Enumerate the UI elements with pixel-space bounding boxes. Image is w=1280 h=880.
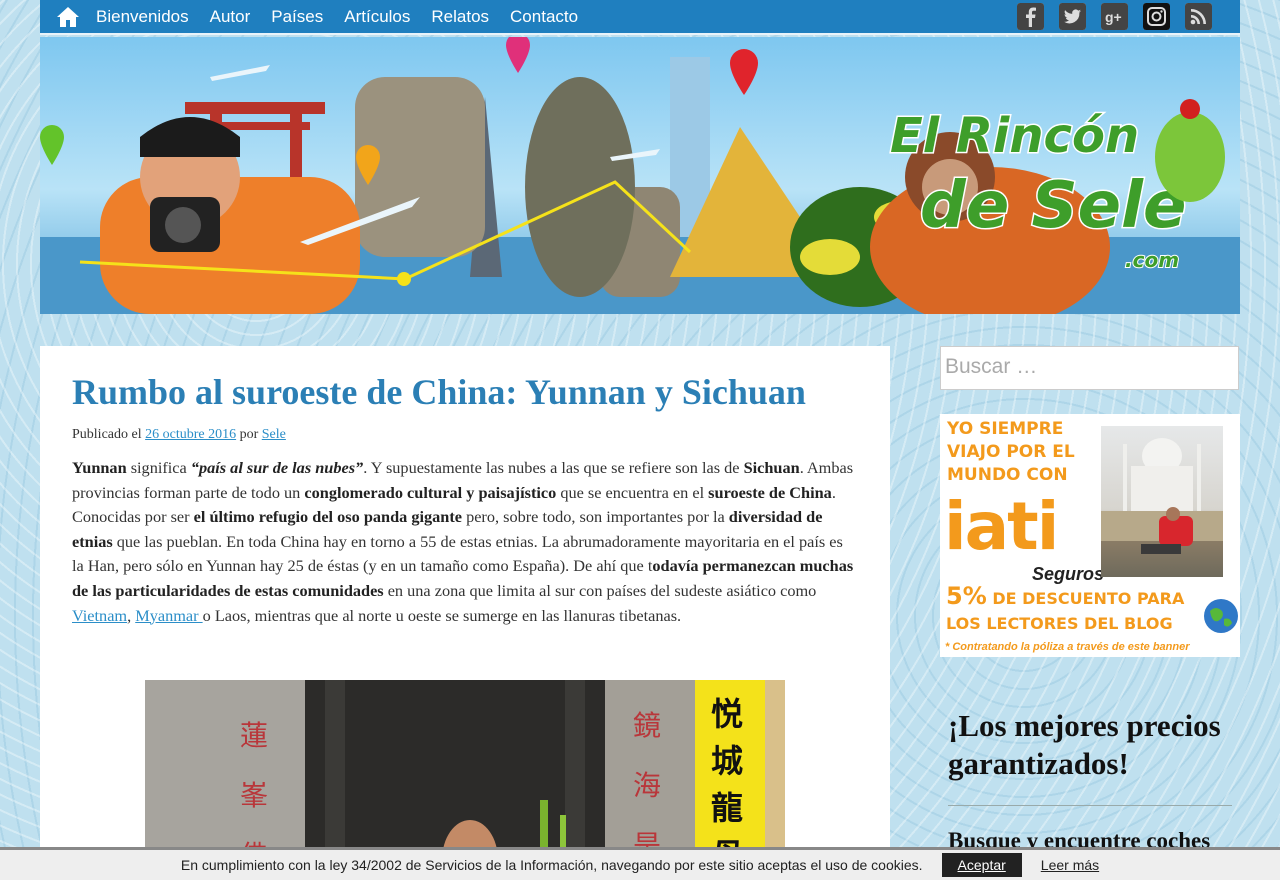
home-icon[interactable] [40, 0, 96, 34]
ad-brand-sub: Seguros [1032, 564, 1105, 584]
cookie-text: En cumplimiento con la ley 34/2002 de Se… [180, 857, 923, 873]
search-input[interactable]: Buscar … [940, 346, 1239, 390]
text: . Y supuestamente las nubes a las que se… [363, 458, 744, 477]
nav-item-paises[interactable]: Países [271, 0, 323, 34]
meta-prefix: Publicado el [72, 427, 142, 442]
twitter-icon[interactable] [1059, 3, 1086, 30]
text-italic: “país al sur de las nubes” [190, 458, 364, 477]
nav-item-articulos[interactable]: Artículos [344, 0, 410, 34]
text-bold: conglomerado cultural y paisajístico [304, 482, 557, 502]
globe-icon [1204, 599, 1238, 633]
post-author-link[interactable]: Sele [262, 427, 286, 442]
cookie-bar: En cumplimiento con la ley 34/2002 de Se… [0, 847, 1280, 880]
photo-sign-char: 龍 [711, 789, 743, 827]
article: Rumbo al suroeste de China: Yunnan y Sic… [40, 346, 890, 880]
accept-cookies-button[interactable]: Aceptar [941, 853, 1022, 877]
nav-item-contacto[interactable]: Contacto [510, 0, 578, 34]
ad-note: * Contratando la póliza a través de este… [945, 641, 1190, 653]
header-banner: El Rincón de Sele .com [40, 37, 1240, 314]
post-meta: Publicado el 26 octubre 2016 por Sele [72, 427, 858, 443]
link-vietnam[interactable]: Vietnam [72, 606, 127, 625]
social-links: g+ [1017, 3, 1212, 30]
site-logo-line3: .com [1125, 248, 1179, 272]
read-more-link[interactable]: Leer más [1041, 857, 1099, 873]
text: o Laos, mientras que al norte u oeste se… [202, 605, 682, 625]
post-date-link[interactable]: 26 octubre 2016 [145, 427, 236, 442]
ad-discount-percent: 5% [946, 582, 987, 610]
text: que se encuentra en el [556, 482, 709, 502]
ad-photo [1101, 426, 1223, 577]
site-logo-line1: El Rincón [890, 108, 1139, 164]
text-bold: Sichuan [743, 458, 800, 477]
widget-divider [948, 805, 1232, 806]
text: en una zona que limita al sur con países… [383, 580, 817, 600]
instagram-icon[interactable] [1143, 3, 1170, 30]
iati-ad-banner[interactable]: YO SIEMPRE VIAJO POR EL MUNDO CON iati S… [940, 414, 1240, 657]
text: , [127, 605, 136, 625]
photo-char: 海 [633, 769, 661, 802]
ad-headline: YO SIEMPRE VIAJO POR EL MUNDO CON [947, 419, 1075, 485]
photo-char: 鏡 [633, 709, 661, 742]
photo-char: 峯 [240, 779, 268, 812]
photo-char: 蓮 [240, 719, 268, 752]
nav-item-bienvenidos[interactable]: Bienvenidos [96, 0, 189, 34]
nav-menu: Bienvenidos Autor Países Artículos Relat… [96, 0, 599, 34]
text-bold: el último refugio del oso panda gigante [193, 507, 462, 527]
ad-brand-logo: iati [944, 488, 1059, 565]
text: pero, sobre todo, son importantes por la [462, 507, 729, 527]
google-plus-icon[interactable]: g+ [1101, 3, 1128, 30]
top-nav: Bienvenidos Autor Países Artículos Relat… [40, 0, 1240, 35]
banner-illustration: El Rincón de Sele .com [40, 37, 1240, 314]
site-logo-line2: de Sele [920, 169, 1186, 243]
ad-discount: 5% DE DESCUENTO PARA LOS LECTORES DEL BL… [946, 584, 1196, 636]
post-title[interactable]: Rumbo al suroeste de China: Yunnan y Sic… [72, 372, 858, 412]
meta-by: por [239, 427, 259, 442]
text-bold: suroeste de China [708, 482, 832, 502]
svg-text:g+: g+ [1105, 9, 1122, 25]
rss-icon[interactable] [1185, 3, 1212, 30]
photo-sign-char: 城 [711, 742, 743, 780]
nav-item-relatos[interactable]: Relatos [431, 0, 489, 34]
nav-item-autor[interactable]: Autor [210, 0, 251, 34]
text-bold: Yunnan [72, 458, 127, 477]
text-bold-italic: “país al sur de las nubes” [191, 458, 363, 477]
facebook-icon[interactable] [1017, 3, 1044, 30]
post-paragraph: Yunnan significa “país al sur de las nub… [72, 456, 858, 628]
widget-title: ¡Los mejores precios garantizados! [948, 708, 1221, 781]
text: significa [126, 458, 191, 477]
link-myanmar[interactable]: Myanmar [135, 606, 202, 625]
photo-sign-char: 悦 [711, 695, 743, 733]
